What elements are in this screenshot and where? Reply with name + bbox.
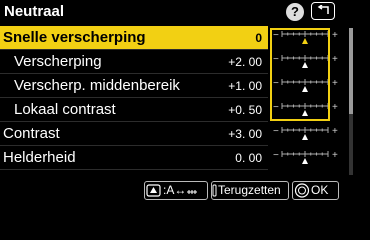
plus-icon: + — [332, 126, 338, 137]
reset-button[interactable]: Terugzetten — [211, 181, 289, 200]
row-label: Verscherp. middenbereik — [14, 77, 180, 94]
row-label: Snelle verscherping — [3, 29, 146, 46]
menu-row-snelle-verscherping[interactable]: Snelle verscherping 0 — [0, 26, 268, 49]
ok-label: OK — [311, 183, 329, 197]
menu-row-verscherp-middenbereik[interactable]: Verscherp. middenbereik +1. 00 — [0, 74, 268, 97]
mode-switch-label: :A↔ — [163, 183, 187, 197]
ok-button-icon — [294, 183, 310, 198]
row-value: +0. 50 — [228, 103, 262, 117]
row-value: +3. 00 — [228, 127, 262, 141]
reset-label: Terugzetten — [218, 183, 281, 197]
row-value: +2. 00 — [228, 55, 262, 69]
plus-icon: + — [332, 54, 338, 65]
menu-row-lokaal-contrast[interactable]: Lokaal contrast +0. 50 — [0, 98, 268, 121]
scrollbar-thumb[interactable] — [349, 28, 353, 114]
row-label: Lokaal contrast — [14, 101, 116, 118]
minus-icon: − — [273, 126, 279, 137]
row-label: Verscherping — [14, 53, 102, 70]
row-value: 0. 00 — [235, 151, 262, 165]
plus-icon: + — [332, 102, 338, 113]
slider-icon — [187, 190, 198, 194]
plus-icon: + — [332, 78, 338, 89]
menu-row-partial — [0, 170, 268, 181]
row-value: 0 — [255, 31, 262, 45]
plus-icon: + — [332, 30, 338, 41]
scrollbar[interactable] — [349, 28, 353, 175]
mode-switch-button[interactable]: :A↔ — [144, 181, 208, 200]
help-button[interactable]: ? — [286, 3, 304, 21]
back-arrow-icon — [317, 5, 329, 14]
slider-marker — [302, 158, 308, 164]
slider-scale: − + — [272, 148, 340, 168]
menu-row-verscherping[interactable]: Verscherping +2. 00 — [0, 50, 268, 73]
selected-sliders-frame — [270, 28, 330, 121]
slider-scale: − + — [272, 124, 340, 144]
command-dial-icon — [146, 184, 161, 197]
row-value: +1. 00 — [228, 79, 262, 93]
plus-icon: + — [332, 150, 338, 161]
menu-row-contrast[interactable]: Contrast +3. 00 — [0, 122, 268, 145]
minus-icon: − — [273, 150, 279, 161]
page-title: Neutraal — [4, 3, 65, 20]
slider-marker — [302, 134, 308, 140]
row-label: Contrast — [3, 125, 60, 142]
menu-row-helderheid[interactable]: Helderheid 0. 00 — [0, 146, 268, 169]
row-label: Helderheid — [3, 149, 76, 166]
back-button[interactable] — [311, 2, 335, 20]
ok-button[interactable]: OK — [292, 181, 339, 200]
help-icon: ? — [291, 4, 299, 19]
